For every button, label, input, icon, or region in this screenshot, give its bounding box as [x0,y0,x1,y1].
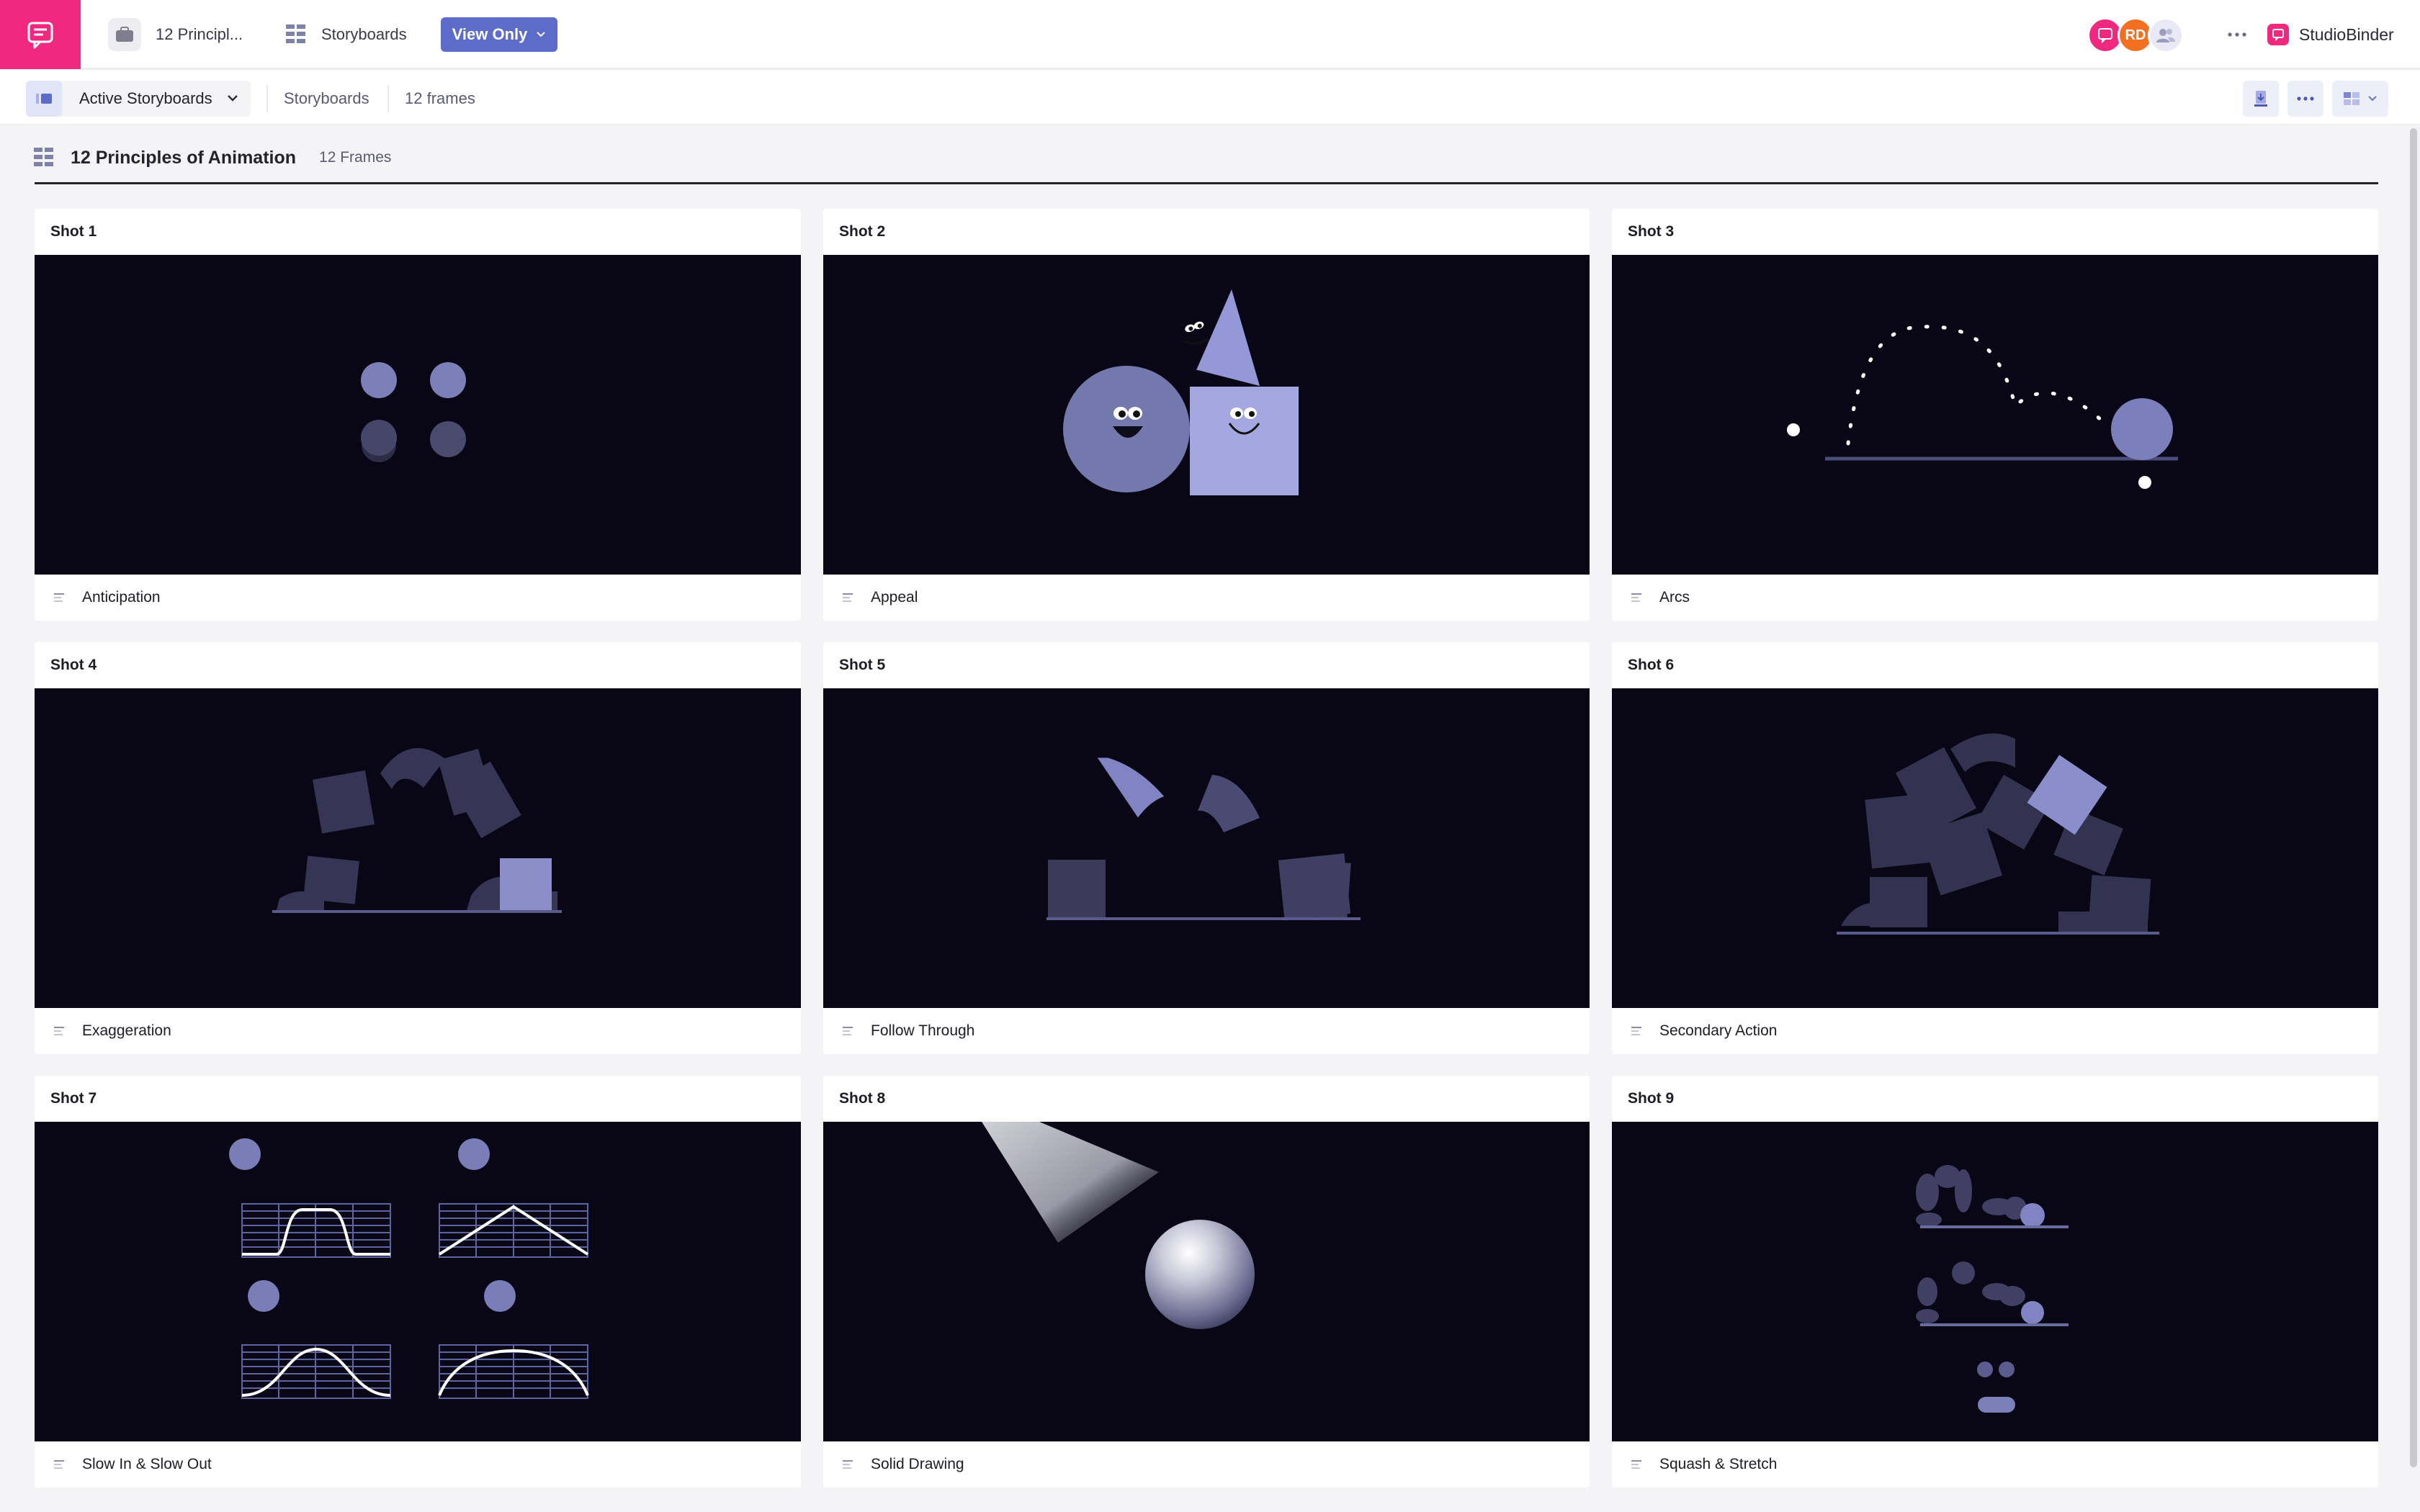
shot-caption: Anticipation [53,575,161,621]
shot-card[interactable]: Shot 2 Appeal [823,209,1590,621]
brand-link[interactable]: StudioBinder [2267,20,2394,49]
toolbar-more-button[interactable] [2287,81,2323,117]
shot-frame-image[interactable] [1612,255,2378,575]
note-icon [54,593,64,602]
download-button[interactable] [2243,81,2279,117]
shot-caption: Slow In & Slow Out [53,1441,212,1488]
shot-caption: Follow Through [842,1008,974,1054]
dropdown-label: Active Storyboards [79,89,212,107]
shot-name: Appeal [871,589,918,606]
shot-card[interactable]: Shot 5 Follow Through [823,642,1590,1054]
shot-caption: Squash & Stretch [1631,1441,1777,1488]
shot-label: Shot 1 [50,223,97,240]
chat-bubble-icon [2098,28,2112,44]
shot-label: Shot 4 [50,657,97,673]
shot-card[interactable]: Shot 8 Solid Drawing [823,1076,1590,1488]
shot-card[interactable]: Shot 3 Arcs [1612,209,2378,621]
vertical-scrollbar[interactable] [2410,128,2417,1467]
shot-caption: Exaggeration [53,1008,171,1054]
shot-frame-image[interactable] [823,688,1590,1008]
brand-name: StudioBinder [2299,24,2394,44]
studiobinder-logo-icon [2267,24,2289,45]
avatar-team[interactable] [2148,17,2184,53]
shot-label: Shot 5 [839,657,886,673]
view-only-label: View Only [452,25,528,43]
shot-frame-image[interactable] [35,255,801,575]
more-options-button[interactable] [2223,22,2251,48]
title-divider [35,182,2378,184]
active-storyboards-dropdown[interactable]: Active Storyboards [26,81,251,117]
shot-label: Shot 3 [1628,223,1675,240]
layout-view-button[interactable] [2332,81,2388,117]
storyboard-grid-icon [286,24,305,43]
shot-frame-image[interactable] [35,688,801,1008]
shot-label: Shot 7 [50,1090,97,1107]
storyboards-breadcrumb[interactable]: Storyboards [285,16,407,53]
shot-frame-image[interactable] [823,255,1590,575]
note-icon [843,1027,853,1035]
download-icon [2254,91,2267,107]
project-breadcrumb[interactable]: 12 Principl... [108,16,243,53]
frames-count: 12 Frames [319,149,392,166]
storyboards-link[interactable]: Storyboards [284,89,369,108]
shot-frame-image[interactable] [823,1122,1590,1441]
app-logo[interactable] [0,0,81,69]
divider [387,85,389,112]
chevron-down-icon [2368,96,2377,102]
storyboards-label: Storyboards [321,25,407,43]
briefcase-icon [108,18,141,51]
divider [266,85,268,112]
project-title: 12 Principl... [156,25,243,43]
avatar-initials: RD [2125,27,2146,43]
shot-label: Shot 2 [839,223,886,240]
note-icon [54,1460,64,1469]
storyboard-toolbar: Active Storyboards Storyboards 12 frames [0,71,2420,125]
shot-name: Slow In & Slow Out [82,1456,212,1472]
shot-name: Exaggeration [82,1022,171,1039]
shot-frame-image[interactable] [35,1122,801,1441]
storyboard-grid-icon [34,148,53,166]
note-icon [54,1027,64,1035]
shot-label: Shot 8 [839,1090,886,1107]
shot-card[interactable]: Shot 1 Anticipation [35,209,801,621]
shot-caption: Secondary Action [1631,1008,1777,1054]
note-icon [1631,1460,1641,1469]
note-icon [843,1460,853,1469]
shot-card[interactable]: Shot 4 Exaggeration [35,642,801,1054]
shot-caption: Arcs [1631,575,1690,621]
top-bar: 12 Principl... Storyboards View Only RD [0,0,2420,69]
layout-grid-icon [2344,92,2360,105]
note-icon [1631,1027,1641,1035]
shot-name: Follow Through [871,1022,975,1039]
frames-link[interactable]: 12 frames [405,89,475,108]
view-only-button[interactable]: View Only [441,17,557,52]
chevron-down-icon [228,95,238,102]
shot-name: Secondary Action [1659,1022,1778,1039]
storyboard-title-row: 12 Principles of Animation 12 Frames [33,143,391,173]
shot-name: Solid Drawing [871,1456,964,1472]
collaborators[interactable]: RD [2087,17,2195,53]
shot-label: Shot 9 [1628,1090,1675,1107]
chevron-down-icon [537,32,546,37]
shot-name: Squash & Stretch [1659,1456,1778,1472]
shot-card[interactable]: Shot 6 Secondary Action [1612,642,2378,1054]
more-horizontal-icon [2297,96,2314,101]
shot-caption: Appeal [842,575,918,621]
note-icon [1631,593,1641,602]
chat-bubble-icon [27,22,53,49]
shot-name: Arcs [1659,589,1690,606]
page-title: 12 Principles of Animation [71,147,297,168]
shot-frame-image[interactable] [1612,1122,2378,1441]
note-icon [843,593,853,602]
shot-card[interactable]: Shot 9 Squash & Stretch [1612,1076,2378,1488]
shot-card[interactable]: Shot 7 Slow In & Slow Out [35,1076,801,1488]
shot-name: Anticipation [82,589,161,606]
shot-caption: Solid Drawing [842,1441,964,1488]
storyboard-panel-icon [26,81,62,117]
shot-label: Shot 6 [1628,657,1675,673]
shot-frame-image[interactable] [1612,688,2378,1008]
more-horizontal-icon [2228,32,2246,37]
users-icon [2156,29,2175,42]
